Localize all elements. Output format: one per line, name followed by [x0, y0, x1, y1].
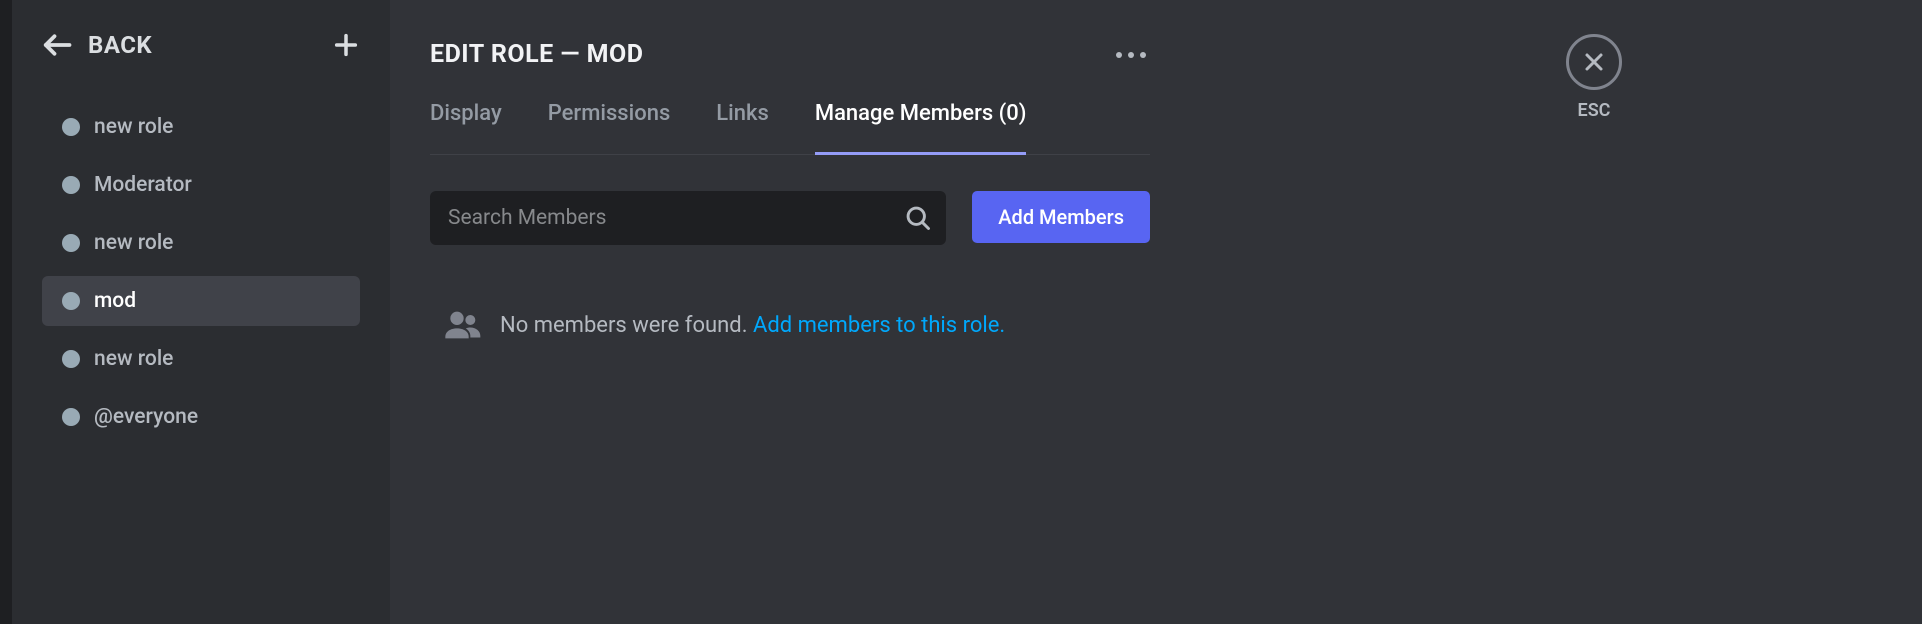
empty-state: No members were found. Add members to th…: [430, 305, 1922, 345]
roles-sidebar: BACK new role Moderator new role mod new…: [12, 0, 390, 624]
tabs-nav: Display Permissions Links Manage Members…: [430, 101, 1150, 155]
page-title: EDIT ROLE — MOD: [430, 40, 644, 69]
role-label: new role: [94, 115, 173, 139]
search-container: [430, 191, 946, 245]
role-item-everyone[interactable]: @everyone: [42, 392, 360, 442]
role-item-mod[interactable]: mod: [42, 276, 360, 326]
more-options-button[interactable]: [1112, 48, 1150, 62]
role-label: new role: [94, 231, 173, 255]
search-icon: [904, 204, 932, 232]
sidebar-header: BACK: [42, 30, 360, 60]
empty-state-text-row: No members were found. Add members to th…: [500, 313, 1005, 338]
back-arrow-icon: [42, 30, 72, 60]
add-members-link[interactable]: Add members to this role.: [753, 313, 1005, 338]
role-color-dot: [62, 350, 80, 368]
empty-state-text: No members were found.: [500, 313, 748, 338]
role-item-new-role[interactable]: new role: [42, 334, 360, 384]
role-color-dot: [62, 176, 80, 194]
role-label: Moderator: [94, 173, 192, 197]
main-content: EDIT ROLE — MOD Display Permissions Link…: [390, 0, 1922, 624]
close-icon: [1582, 50, 1606, 74]
back-label: BACK: [88, 31, 152, 59]
role-label: new role: [94, 347, 173, 371]
role-item-new-role[interactable]: new role: [42, 218, 360, 268]
role-color-dot: [62, 118, 80, 136]
role-label: mod: [94, 289, 136, 313]
add-role-icon[interactable]: [332, 31, 360, 59]
role-color-dot: [62, 234, 80, 252]
tab-links[interactable]: Links: [716, 101, 769, 154]
add-members-button[interactable]: Add Members: [972, 191, 1150, 243]
tab-manage-members[interactable]: Manage Members (0): [815, 101, 1027, 154]
close-button[interactable]: [1566, 34, 1622, 90]
people-icon: [442, 305, 482, 345]
search-input[interactable]: [430, 206, 904, 230]
main-header: EDIT ROLE — MOD: [430, 40, 1150, 69]
more-dots-icon: [1140, 52, 1146, 58]
close-container: ESC: [1566, 34, 1622, 121]
tab-permissions[interactable]: Permissions: [548, 101, 671, 154]
tab-display[interactable]: Display: [430, 101, 502, 154]
role-label: @everyone: [94, 405, 198, 429]
role-item-new-role[interactable]: new role: [42, 102, 360, 152]
role-list: new role Moderator new role mod new role…: [42, 102, 360, 442]
role-item-moderator[interactable]: Moderator: [42, 160, 360, 210]
esc-label: ESC: [1578, 100, 1611, 121]
app-left-edge: [0, 0, 12, 624]
search-row: Add Members: [430, 191, 1150, 245]
role-color-dot: [62, 408, 80, 426]
back-button[interactable]: BACK: [42, 30, 152, 60]
more-dots-icon: [1128, 52, 1134, 58]
more-dots-icon: [1116, 52, 1122, 58]
role-color-dot: [62, 292, 80, 310]
